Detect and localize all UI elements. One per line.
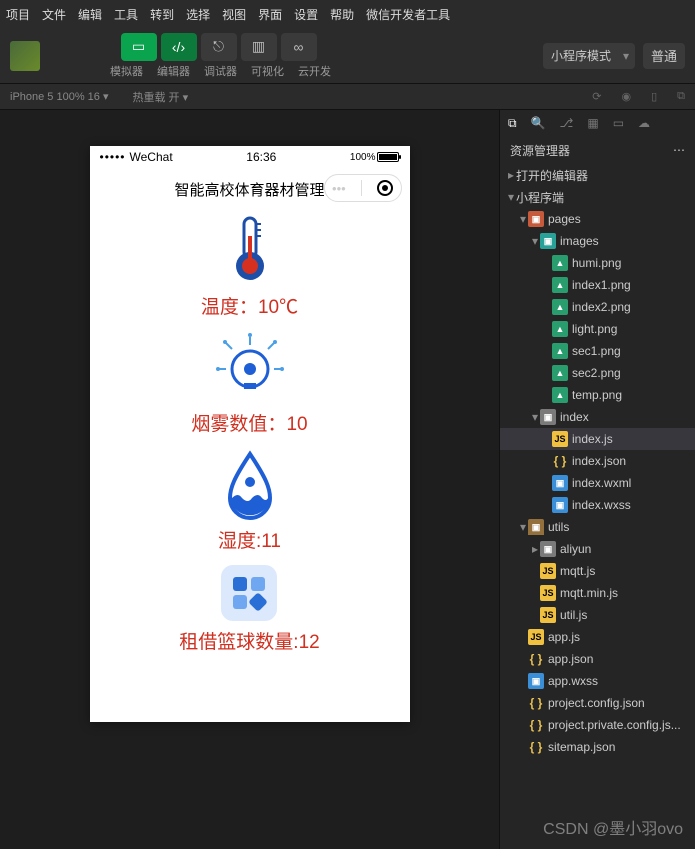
battery-icon [377,152,399,162]
file-util[interactable]: JSutil.js [500,604,695,626]
more-icon[interactable]: ⋯ [673,143,685,157]
file-indexwxss[interactable]: ▣index.wxss [500,494,695,516]
file-img[interactable]: ▲sec2.png [500,362,695,384]
page-title: 智能高校体育器材管理 [174,179,324,200]
file-projconfig[interactable]: { }project.config.json [500,692,695,714]
git-icon[interactable]: ⎇ [560,116,574,130]
file-img[interactable]: ▲temp.png [500,384,695,406]
folder-index[interactable]: ▾▣index [500,406,695,428]
file-mqtt[interactable]: JSmqtt.js [500,560,695,582]
menu-edit[interactable]: 编辑 [78,6,102,23]
copy-icon[interactable]: ⧉ [677,90,685,103]
device-bar: iPhone 5 100% 16 ▾ 热重载 开 ▾ ⟳ ◉ ▯ ⧉ [0,84,695,110]
debugger-button[interactable]: ⎋ [201,33,237,61]
smoke-item: 烟雾数值：10 [191,331,307,436]
carrier-label: WeChat [130,150,173,164]
file-mqttmin[interactable]: JSmqtt.min.js [500,582,695,604]
file-img[interactable]: ▲sec1.png [500,340,695,362]
side-tabs[interactable]: ⧉ 🔍 ⎇ ▦ ▭ ☁ [500,110,695,136]
folder-aliyun[interactable]: ▸▣aliyun [500,538,695,560]
visual-button[interactable]: ▥ [241,33,277,61]
menubar[interactable]: 项目 文件 编辑 工具 转到 选择 视图 界面 设置 帮助 微信开发者工具 [0,0,695,28]
folder-pages[interactable]: ▾▣pages [500,208,695,230]
file-sitemap[interactable]: { }sitemap.json [500,736,695,758]
ext-icon[interactable]: ▦ [587,116,598,130]
status-bar: ••••• WeChat 16:36 100% [90,146,410,168]
clock: 16:36 [246,150,276,164]
watermark: CSDN @墨小羽ovo [543,815,683,839]
menu-tool[interactable]: 工具 [114,6,138,23]
file-indexwxml[interactable]: ▣index.wxml [500,472,695,494]
device-icon[interactable]: ▯ [651,90,657,103]
simulator-button[interactable]: ▭ [121,33,157,61]
compile-button[interactable]: 普通 [643,43,685,69]
record-icon[interactable]: ◉ [621,90,631,103]
cloud-button[interactable]: ∞ [281,33,317,61]
humi-item: 湿度:11 [214,448,286,553]
open-editors[interactable]: ▸打开的编辑器 [500,164,695,186]
toolbar: ▭ ‹/› ⎋ ▥ ∞ 模拟器 编辑器 调试器 可视化 云开发 小程序模式 普通 [0,28,695,84]
avatar[interactable] [10,41,40,71]
folder-images[interactable]: ▾▣images [500,230,695,252]
device-select[interactable]: iPhone 5 100% 16 ▾ [10,90,109,103]
ball-item: 租借篮球数量:12 [179,565,319,654]
file-indexjson[interactable]: { }index.json [500,450,695,472]
droplet-icon [214,448,286,520]
file-img[interactable]: ▲humi.png [500,252,695,274]
file-appjson[interactable]: { }app.json [500,648,695,670]
menu-interface[interactable]: 界面 [258,6,282,23]
file-appwxss[interactable]: ▣app.wxss [500,670,695,692]
more-icon[interactable]: ••• [332,181,346,196]
compile-select[interactable]: 热重载 开 ▾ [133,89,189,105]
root-folder[interactable]: ▾小程序端 [500,186,695,208]
editor-button[interactable]: ‹/› [161,33,197,61]
menu-view[interactable]: 视图 [222,6,246,23]
app-navbar: 智能高校体育器材管理 ••• [90,168,410,210]
close-mini-icon[interactable] [377,180,393,196]
explorer-icon[interactable]: ⧉ [508,116,517,131]
capsule[interactable]: ••• [324,174,402,202]
menu-goto[interactable]: 转到 [150,6,174,23]
explorer-title: 资源管理器 [510,142,570,159]
sidebar: ⧉ 🔍 ⎇ ▦ ▭ ☁ 资源管理器 ⋯ ▸打开的编辑器 ▾小程序端 ▾▣page… [499,110,695,849]
temp-item: 温度：10℃ [201,214,298,319]
phone-frame: ••••• WeChat 16:36 100% 智能高校体育器材管理 ••• [90,146,410,722]
folder-utils[interactable]: ▾▣utils [500,516,695,538]
blocks-icon [221,565,277,621]
simulator-pane: ••••• WeChat 16:36 100% 智能高校体育器材管理 ••• [0,110,499,849]
signal-icon: ••••• [100,150,126,164]
menu-select[interactable]: 选择 [186,6,210,23]
db-icon[interactable]: ▭ [613,116,624,130]
file-indexjs[interactable]: JSindex.js [500,428,695,450]
refresh-icon[interactable]: ⟳ [592,90,601,103]
menu-settings[interactable]: 设置 [294,6,318,23]
menu-file[interactable]: 文件 [42,6,66,23]
thermometer-icon [214,214,286,286]
mode-select[interactable]: 小程序模式 [543,43,635,69]
cloud-icon[interactable]: ☁ [638,116,650,130]
search-icon[interactable]: 🔍 [531,116,546,130]
file-img[interactable]: ▲light.png [500,318,695,340]
menu-devtools[interactable]: 微信开发者工具 [366,6,450,23]
menu-project[interactable]: 项目 [6,6,30,23]
bulb-icon [214,331,286,403]
battery-text: 100% [350,152,376,163]
file-img[interactable]: ▲index2.png [500,296,695,318]
menu-help[interactable]: 帮助 [330,6,354,23]
file-tree[interactable]: ▸打开的编辑器 ▾小程序端 ▾▣pages ▾▣images ▲humi.png… [500,164,695,849]
file-projprivate[interactable]: { }project.private.config.js... [500,714,695,736]
file-appjs[interactable]: JSapp.js [500,626,695,648]
file-img[interactable]: ▲index1.png [500,274,695,296]
